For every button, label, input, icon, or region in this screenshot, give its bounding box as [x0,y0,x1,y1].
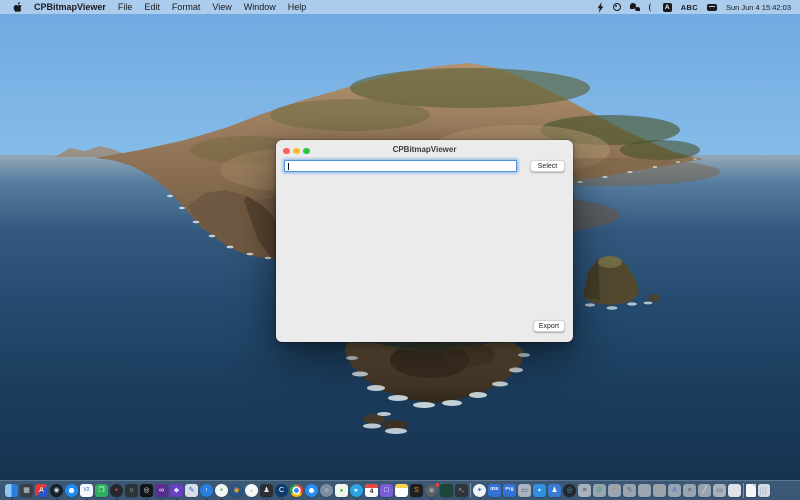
apple-menu-icon[interactable] [13,1,22,13]
select-button[interactable]: Select [530,160,565,172]
launchpad-dock-icon[interactable]: ▦ [20,484,33,497]
menu-bar: CPBitmapViewer File Edit Format View Window H… [0,0,800,14]
dark-lens-app-dock-icon[interactable]: ◎ [563,484,576,497]
file-path-input[interactable] [284,160,517,172]
export-button[interactable]: Export [533,320,565,332]
blue-figure-app-dock-icon[interactable]: ♟ [548,484,561,497]
v2rayu-dock-icon[interactable]: V2 [80,484,93,500]
menu-item-help[interactable]: Help [288,2,307,12]
cpbitmapviewer-window: CPBitmapViewer Select Export [276,140,573,342]
menu-item-file[interactable]: File [118,2,133,12]
calendar-dock-icon[interactable]: 4 [365,484,378,497]
keyboard-switcher-icon[interactable] [706,3,717,11]
green-cubes-app-dock-icon[interactable]: ❐ [95,484,108,497]
white-dot-app-dock-icon[interactable]: ● [245,484,258,497]
gray-window-app-2-dock-icon[interactable]: ≡ [578,484,591,497]
menu-items: File Edit Format View Window Help [118,2,306,12]
accessibility-app-dock-icon[interactable]: ✦ [473,484,486,500]
telegram-dock-icon[interactable]: ▸ [350,484,363,500]
trash-dock-icon[interactable] [758,484,770,497]
pen-tool-app-dock-icon[interactable]: ✎ [185,484,198,497]
dock: ▦ A ◉ V2 ❐ ● ○ ◎ ∞ ◆ ✎ ↑ ● ◉ ● ♟ C ○ ● ▸ 4 □ S ◉ >_ ✦ IDE Prg ▭ ▲ ♟ ◎ ≡ ⚙… [0,480,800,500]
gray-a-tool-app-dock-icon[interactable]: A [668,484,681,497]
menu-app-name[interactable]: CPBitmapViewer [34,2,106,12]
vscode-dock-icon[interactable]: ◆ [170,484,183,500]
dark-figure-app-dock-icon[interactable]: ♟ [260,484,273,500]
upload-app-dock-icon[interactable]: ↑ [200,484,213,500]
blue-mountain-app-dock-icon[interactable]: ▲ [533,484,546,497]
black-swirl-app-dock-icon[interactable]: ◎ [140,484,153,500]
purple-app-dock-icon[interactable]: □ [380,484,393,500]
terminal-dock-icon[interactable]: >_ [455,484,468,500]
hexagon-app-dock-icon[interactable]: ○ [125,484,138,497]
finder-dock-icon[interactable] [5,484,18,500]
gray-plain-app-dock-icon[interactable] [638,484,651,497]
gray-window-app-1-dock-icon[interactable]: ▭ [518,484,531,497]
steam-dock-icon[interactable]: ◉ [50,484,63,500]
bolt-status-icon[interactable] [597,1,604,13]
sublime-text-dock-icon[interactable]: S [410,484,423,497]
notes-dock-icon[interactable] [395,484,408,497]
menu-item-view[interactable]: View [212,2,231,12]
light-rounded-app-dock-icon[interactable] [728,484,741,497]
text-caret [287,162,289,170]
input-source-label[interactable]: ABC [681,3,698,12]
dock-separator-2 [743,483,744,498]
chat-bubbles-status-icon[interactable] [629,3,640,11]
window-titlebar[interactable]: CPBitmapViewer [276,140,573,162]
desktop: CPBitmapViewer File Edit Format View Window H… [0,0,800,500]
gray-key-app-dock-icon[interactable]: ╱ [653,484,666,497]
menu-item-window[interactable]: Window [244,2,276,12]
gray-window-app-3-dock-icon[interactable]: ▭ [713,484,726,497]
folder-prg-dock-icon[interactable]: Prg [503,484,516,497]
gray-brush-app-dock-icon[interactable]: ✎ [623,484,636,497]
gray-disks-app-dock-icon[interactable]: ≡ [683,484,696,497]
gray-circle-app-dock-icon[interactable]: ○ [320,484,333,497]
gray-knit-app-dock-icon[interactable]: ◉ [425,483,439,500]
gray-nodes-app-dock-icon[interactable]: * [608,484,621,497]
gray-slash-app-dock-icon[interactable]: ╱ [698,484,711,497]
safari-dock-icon[interactable] [65,484,78,497]
navy-c-app-dock-icon[interactable]: C [275,484,288,500]
blender-dock-icon[interactable]: ◉ [230,484,243,497]
visual-studio-dock-icon[interactable]: ∞ [155,484,168,500]
moon-status-icon[interactable] [648,2,654,12]
activity-status-icon[interactable] [612,3,621,11]
chrome-dock-icon[interactable] [290,484,303,497]
menu-item-edit[interactable]: Edit [144,2,160,12]
blue-compass-app-dock-icon[interactable] [305,484,318,497]
chat-app-dock-icon[interactable]: ● [215,484,228,500]
wechat-dock-icon[interactable]: ● [335,484,348,500]
menu-item-format[interactable]: Format [172,2,201,12]
window-title: CPBitmapViewer [392,145,457,154]
gray-gear-app-dock-icon[interactable]: ⚙ [593,484,606,497]
input-source-badge-icon[interactable]: A [662,2,672,12]
dark-green-app-dock-icon[interactable] [440,484,453,497]
folder-ide-dock-icon[interactable]: IDE [488,484,501,497]
dock-separator-1 [470,483,471,498]
red-blue-a-app-dock-icon[interactable]: A [35,484,48,497]
dark-sphere-app-dock-icon[interactable]: ● [110,484,123,500]
menu-clock[interactable]: Sun Jun 4 15:42:03 [726,3,791,12]
document-dock-icon[interactable] [746,484,756,497]
